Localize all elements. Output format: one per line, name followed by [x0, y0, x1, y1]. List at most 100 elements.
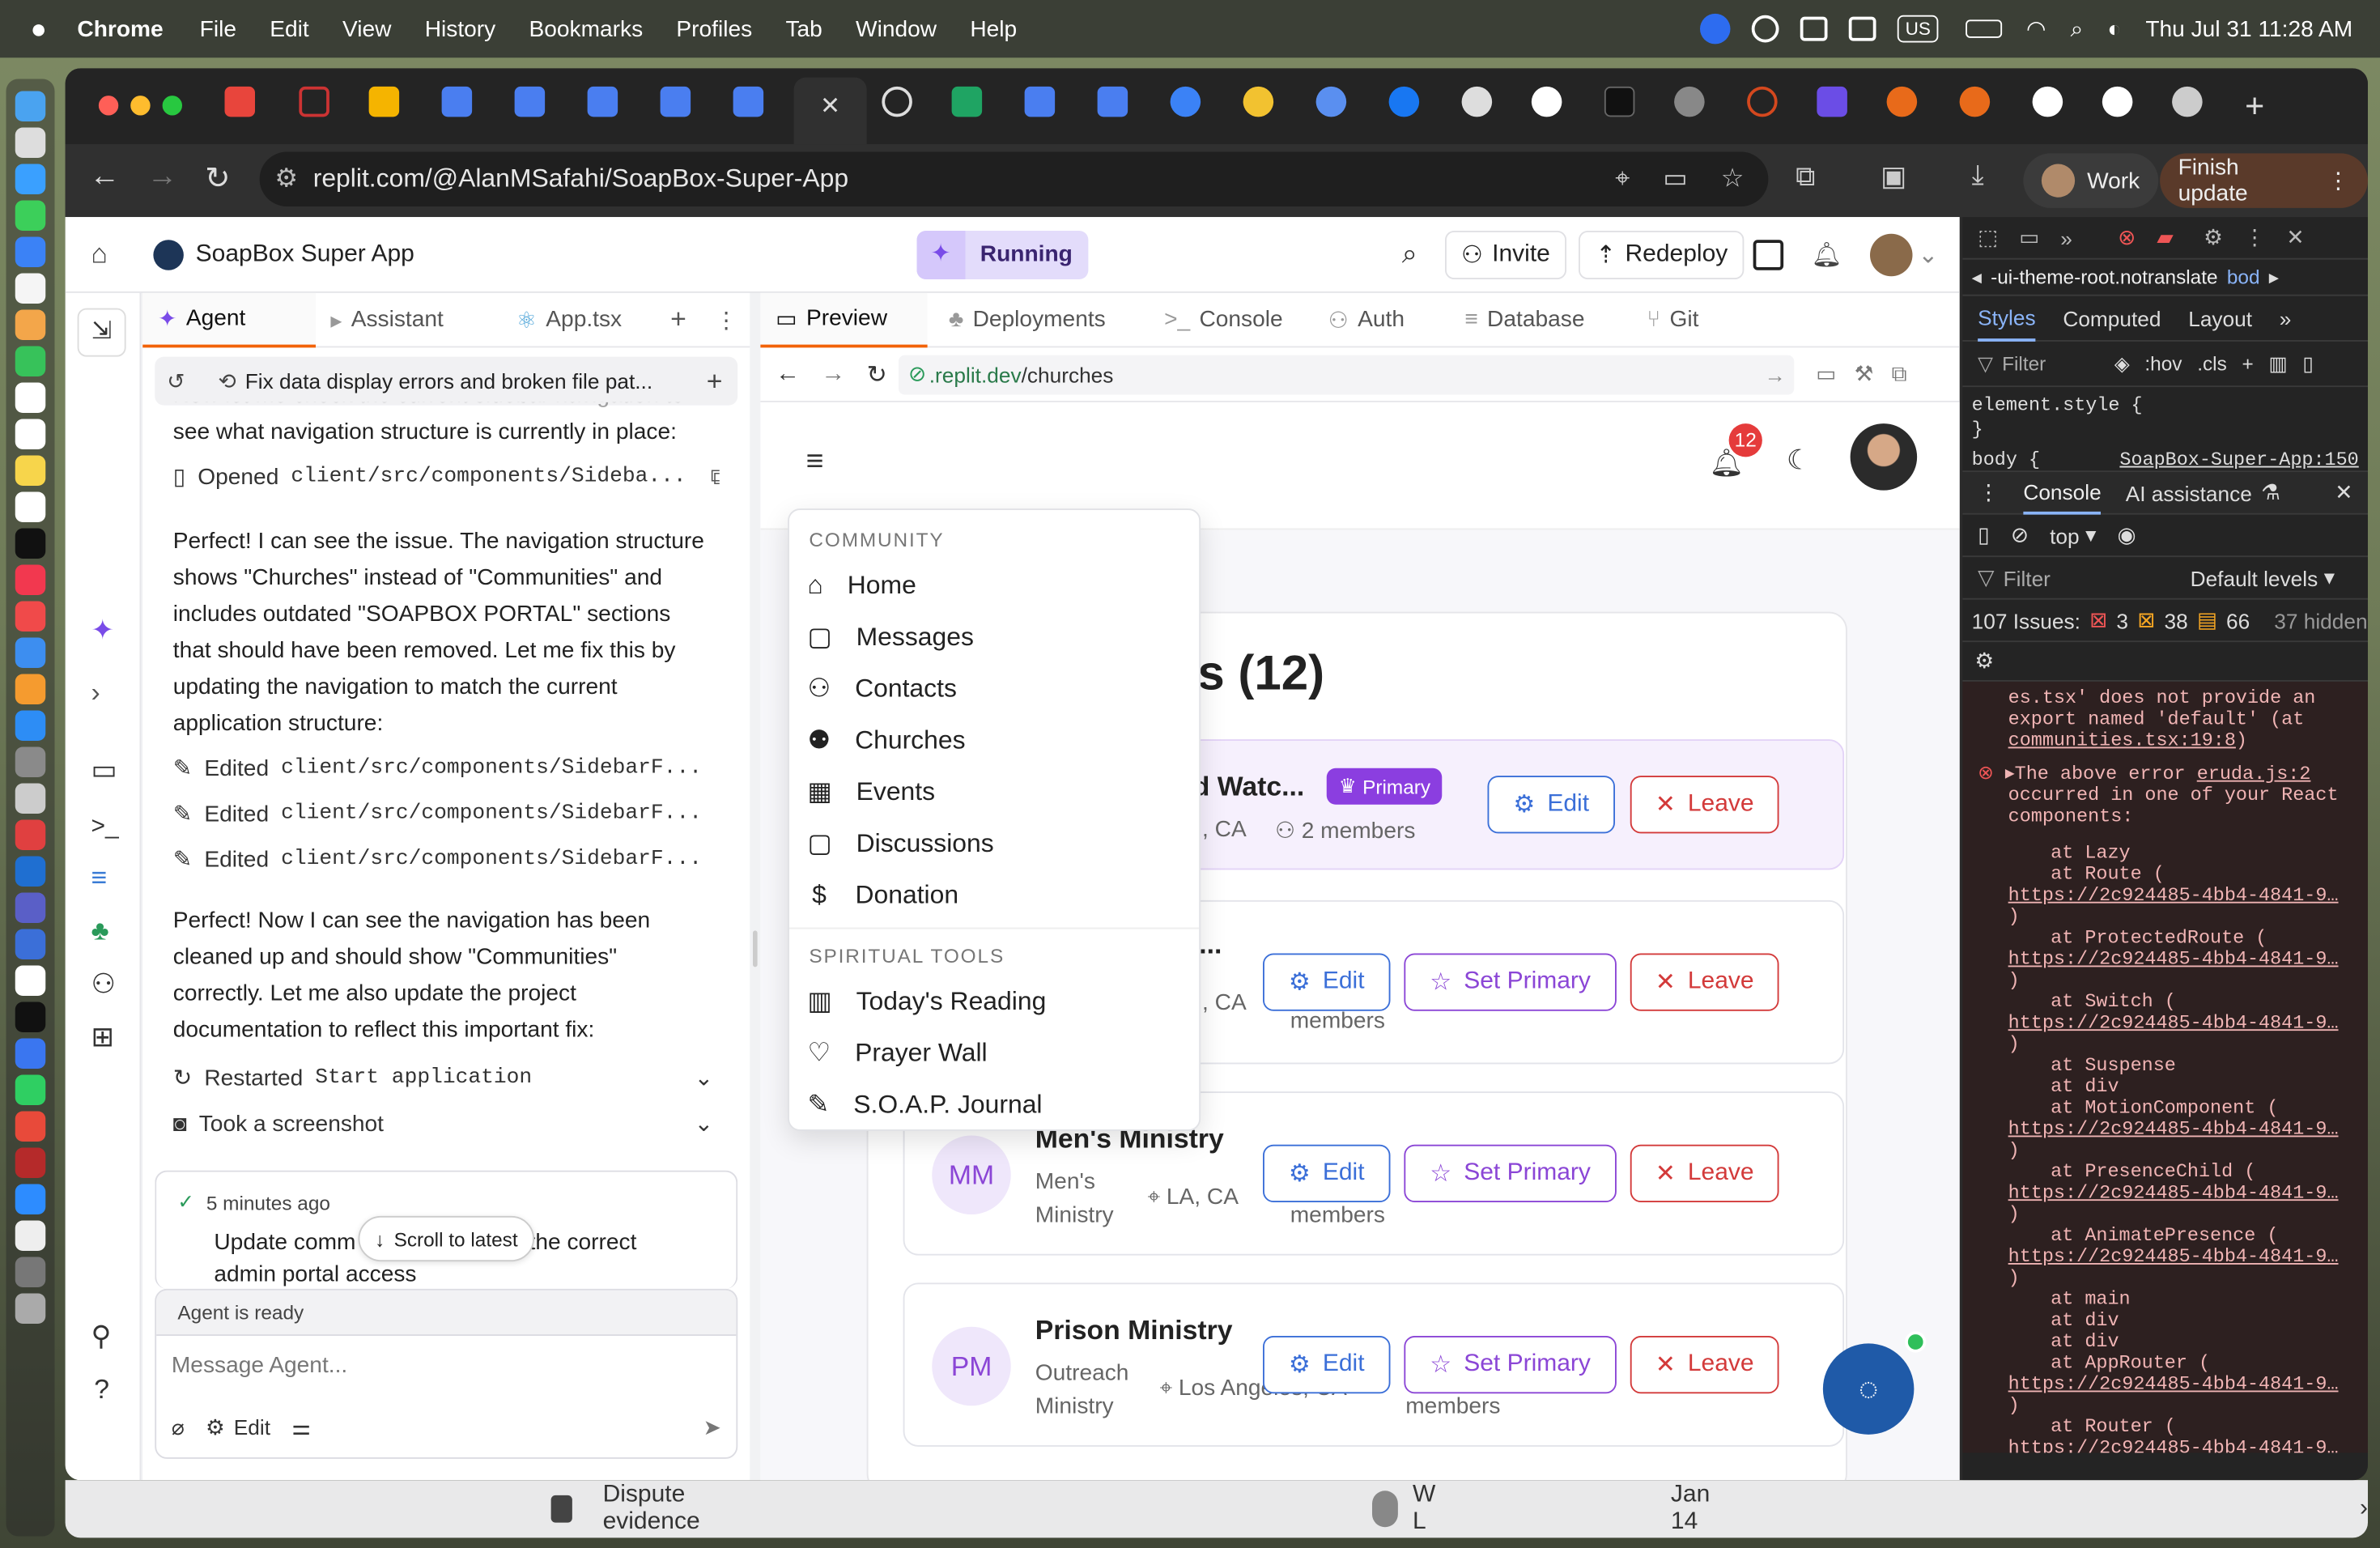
invite-button[interactable]: ⚇ Invite — [1444, 230, 1567, 279]
close-window-button[interactable] — [98, 96, 119, 116]
site-user-avatar[interactable] — [1850, 423, 1918, 491]
acrobat-icon[interactable] — [15, 1147, 46, 1178]
safari-icon[interactable] — [15, 164, 46, 194]
settings-icon[interactable] — [15, 746, 46, 777]
warning-count-icon[interactable]: ▰ — [2157, 225, 2173, 251]
layers-icon[interactable]: ◈ — [2114, 351, 2130, 376]
status-icon-a[interactable] — [1752, 15, 1780, 43]
inspect-icon[interactable]: ⬚ — [1978, 225, 1998, 251]
terminal-icon[interactable] — [15, 1002, 46, 1032]
preview-forward-icon[interactable]: → — [821, 360, 845, 388]
replit-rail-icon[interactable]: ✦ — [91, 615, 140, 646]
deploy-rail-icon[interactable]: ♣ — [91, 916, 140, 947]
wrench-icon[interactable]: ⚒ — [1855, 361, 1874, 387]
menu-window[interactable]: Window — [856, 16, 937, 42]
leave-button[interactable]: ✕ Leave — [1630, 953, 1779, 1011]
chevron-down-icon[interactable]: ⌄ — [695, 1110, 714, 1138]
edited-file-row[interactable]: ✎ Edited client/src/components/SidebarF...… — [173, 791, 714, 836]
drawer-menu-icon[interactable]: ⋮ — [1978, 480, 1999, 506]
facetime-icon[interactable] — [15, 346, 46, 376]
finish-update-button[interactable]: Finish update ⋮ — [2160, 153, 2368, 208]
error-count-icon[interactable]: ⊗ — [2118, 225, 2136, 251]
edit-button[interactable]: ⚙ Edit — [1263, 1336, 1391, 1394]
tab-icon[interactable] — [1243, 86, 1274, 117]
tab-deployments[interactable]: ♣ Deployments — [933, 292, 1143, 347]
site-info-icon[interactable]: ⚙ — [274, 164, 298, 195]
nav-item-soap-journal[interactable]: ✎ S.O.A.P. Journal — [789, 1079, 1199, 1129]
theme-toggle-icon[interactable]: ☾ — [1787, 444, 1811, 476]
dock-app-icon[interactable] — [15, 819, 46, 850]
menu-view[interactable]: View — [342, 16, 391, 42]
home-icon[interactable]: ⌂ — [91, 238, 108, 270]
tab-google-icon[interactable] — [2032, 86, 2063, 117]
tab-agent[interactable]: ✦ Agent — [142, 291, 316, 347]
thread-title[interactable]: Fix data display errors and broken file … — [245, 369, 691, 393]
photos-icon[interactable] — [15, 309, 46, 340]
outlook-icon[interactable] — [15, 856, 46, 887]
dock-app-icon[interactable] — [15, 929, 46, 959]
tab-console-drawer[interactable]: Console — [2023, 471, 2102, 514]
alerts-rail-icon[interactable]: ⚲ — [91, 1320, 140, 1352]
menubar-app-name[interactable]: Chrome — [77, 16, 163, 42]
stack-link[interactable]: https://2c924485-4bb4-4841-9… — [2008, 1119, 2357, 1140]
devices-icon[interactable]: ▭ — [1816, 361, 1836, 387]
dock-app-icon[interactable] — [15, 273, 46, 304]
more-tabs-icon[interactable]: » — [2280, 306, 2292, 330]
send-icon[interactable]: ➤ — [703, 1414, 721, 1440]
search-icon[interactable]: ⌕ — [1402, 238, 1417, 270]
whatsapp-icon[interactable] — [15, 1074, 46, 1105]
styles-filter-input[interactable]: ▽ Filter — [1978, 351, 2099, 376]
dock-app-icon[interactable] — [15, 965, 46, 996]
leave-button[interactable]: ✕ Leave — [1630, 1144, 1779, 1202]
console-sidebar-icon[interactable]: ▯ — [1978, 522, 1989, 548]
url-text[interactable]: replit.com/@AlanMSafahi/SoapBox-Super-Ap… — [313, 164, 848, 195]
back-arrow-icon[interactable]: ← — [90, 159, 121, 194]
set-primary-button[interactable]: ☆ Set Primary — [1404, 1144, 1617, 1202]
news-icon[interactable] — [15, 601, 46, 632]
style-rule-element[interactable]: element.style { — [1972, 393, 2359, 418]
help-rail-icon[interactable]: ? — [94, 1374, 139, 1406]
hamburger-icon[interactable]: ≡ — [806, 444, 824, 479]
tab-x-icon[interactable] — [1604, 86, 1635, 117]
bell-icon[interactable]: 🔔︎ — [1811, 239, 1842, 270]
clear-console-icon[interactable]: ⊘ — [2011, 522, 2029, 548]
tab-docs-icon[interactable] — [514, 86, 546, 117]
tab-styles[interactable]: Styles — [1978, 296, 2036, 341]
menu-profiles[interactable]: Profiles — [676, 16, 752, 42]
nav-item-donation[interactable]: $ Donation — [789, 870, 1199, 921]
nav-item-contacts[interactable]: ⚇ Contacts — [789, 663, 1199, 715]
nav-item-messages[interactable]: ▢ Messages — [789, 612, 1199, 664]
zoom-status-icon[interactable] — [1700, 13, 1732, 45]
devtools-close-icon[interactable]: ✕ — [2286, 225, 2304, 251]
wifi-icon[interactable]: ◠ — [2026, 15, 2046, 43]
tab-preview[interactable]: ▭ Preview — [760, 291, 928, 347]
status-icon-b[interactable] — [1800, 16, 1829, 41]
dock-app-icon[interactable] — [15, 127, 46, 158]
calendar-icon[interactable] — [15, 382, 46, 413]
message-input[interactable]: Message Agent... — [156, 1336, 736, 1397]
pages-icon[interactable] — [15, 674, 46, 704]
tab-git[interactable]: ⑂ Git — [1632, 292, 1715, 347]
new-thread-icon[interactable]: + — [707, 365, 723, 397]
chrome-icon[interactable] — [15, 1111, 46, 1142]
edit-mode-button[interactable]: ⚙ Edit — [206, 1414, 270, 1440]
shell-rail-icon[interactable]: >_ — [91, 814, 140, 841]
tab-docs-icon[interactable] — [660, 86, 691, 117]
tab-docs-icon[interactable] — [1024, 86, 1056, 117]
set-primary-button[interactable]: ☆ Set Primary — [1404, 1336, 1617, 1394]
sliders-icon[interactable]: ⚌ — [291, 1414, 311, 1440]
style-rule-body[interactable]: body {SoapBox-Super-App:150 — [1972, 448, 2359, 472]
tab-search-icon[interactable]: ▣ — [1881, 161, 1906, 193]
menu-file[interactable]: File — [200, 16, 236, 42]
cls-toggle[interactable]: .cls — [2197, 352, 2227, 375]
attach-icon[interactable]: ⌀ — [172, 1414, 185, 1440]
tab-docs-icon[interactable] — [1097, 86, 1128, 117]
nav-item-churches[interactable]: ⚉ Churches — [789, 715, 1199, 767]
open-external-icon[interactable]: ⧉ — [711, 464, 720, 490]
battery-icon[interactable] — [1966, 19, 2003, 38]
downloads-icon[interactable] — [15, 1257, 46, 1287]
hov-toggle[interactable]: :hov — [2144, 352, 2182, 375]
nav-item-prayer-wall[interactable]: ♡ Prayer Wall — [789, 1027, 1199, 1079]
notes-icon[interactable] — [15, 455, 46, 486]
tab-icon[interactable] — [1170, 86, 1201, 117]
